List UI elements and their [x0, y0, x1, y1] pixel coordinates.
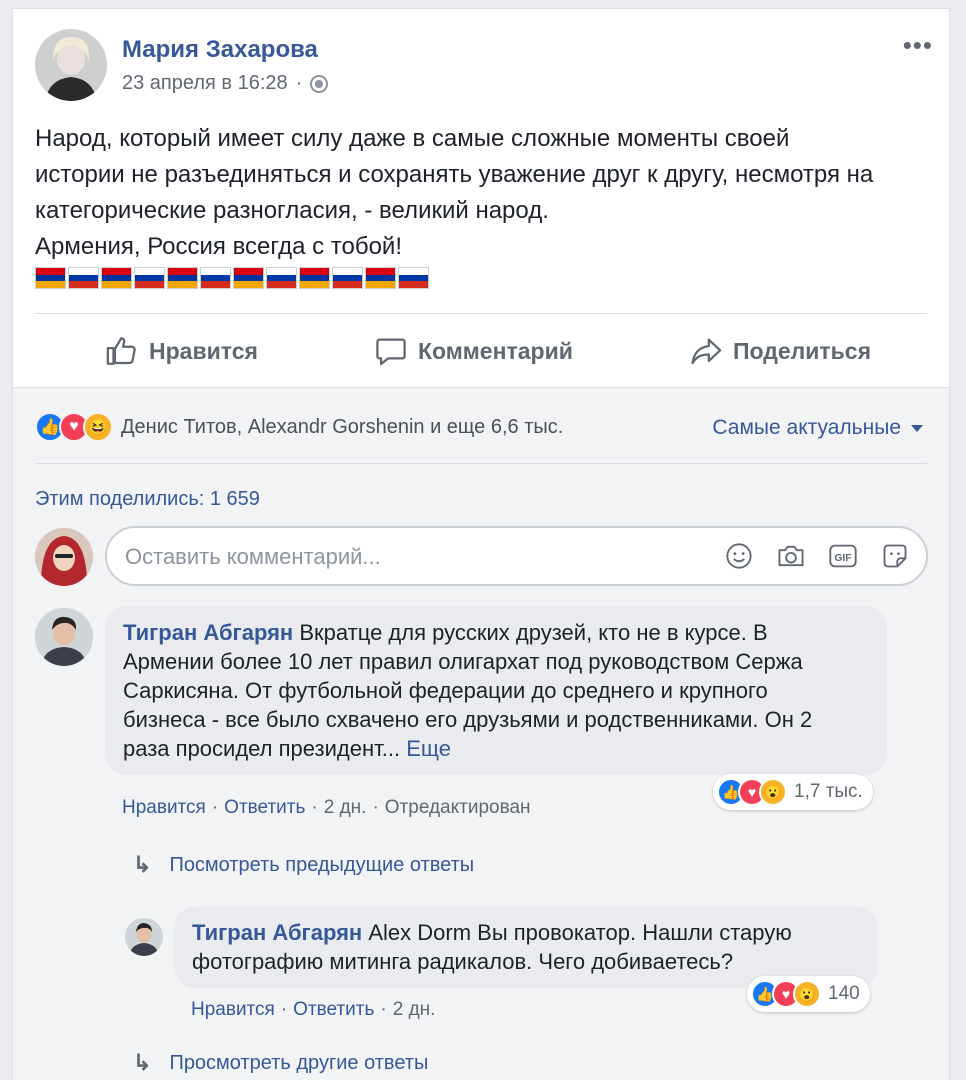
post-text-line: Армения, Россия всегда с тобой!: [35, 233, 402, 260]
comment-text-line: бизнеса - все было схвачено его друзьями…: [123, 707, 813, 732]
view-previous-replies-link[interactable]: ↳ Посмотреть предыдущие ответы: [133, 852, 474, 878]
armenia-flag-icon: [233, 267, 264, 289]
post-timestamp[interactable]: 23 апреля в 16:28: [122, 72, 288, 95]
edited-label[interactable]: Отредактирован: [385, 797, 531, 819]
current-user-avatar[interactable]: [35, 528, 93, 586]
reply-like-link[interactable]: Нравится: [191, 999, 275, 1021]
gif-icon[interactable]: GIF: [828, 541, 858, 571]
separator-dot: ·: [380, 999, 387, 1020]
thumbs-up-icon: [106, 337, 136, 365]
comment-author-name[interactable]: Тигран Абгарян: [123, 620, 293, 645]
like-button-label: Нравится: [149, 337, 258, 364]
comment-reply-link[interactable]: Ответить: [224, 797, 305, 819]
post-action-bar: Нравится Комментарий Поделиться: [35, 323, 927, 379]
separator-dot: ·: [211, 797, 219, 818]
comment-button-label: Комментарий: [417, 337, 573, 364]
comment-text-line: Армении более 10 лет правил олигархат по…: [123, 649, 803, 674]
reactions-names[interactable]: Денис Титов, Alexandr Gorshenin и еще 6,…: [121, 416, 563, 439]
russia-flag-icon: [266, 267, 297, 289]
chevron-down-icon: [911, 424, 923, 432]
view-other-replies-link[interactable]: ↳ Просмотреть другие ответы: [133, 1050, 428, 1076]
comment-text: Тигран Абгарян Вкратце для русских друзе…: [123, 618, 871, 763]
wow-reaction-icon: 😮: [759, 778, 787, 806]
armenia-flag-icon: [167, 267, 198, 289]
reply-author-name[interactable]: Тигран Абгарян: [192, 920, 362, 945]
armenia-flag-icon: [101, 267, 132, 289]
reply-reply-link[interactable]: Ответить: [293, 999, 374, 1021]
reactions-summary[interactable]: 👍 ♥ 😆 Денис Титов, Alexandr Gorshenin и …: [35, 412, 563, 442]
share-button[interactable]: Поделиться: [689, 334, 871, 368]
comment-age[interactable]: 2 дн.: [324, 797, 367, 819]
comment-bubble-icon: [376, 338, 406, 366]
svg-text:GIF: GIF: [834, 553, 851, 564]
camera-icon[interactable]: [776, 541, 806, 571]
divider: [35, 313, 927, 314]
reply-text: Тигран Абгарян Alex Dorm Вы провокатор. …: [192, 918, 862, 976]
russia-flag-icon: [332, 267, 363, 289]
reply-age[interactable]: 2 дн.: [393, 999, 436, 1021]
share-arrow-icon: [691, 338, 722, 365]
shares-count-link[interactable]: Этим поделились: 1 659: [35, 488, 260, 511]
sort-label: Самые актуальные: [712, 416, 901, 439]
reply-reactions[interactable]: 👍 ♥ 😮 140: [747, 976, 870, 1012]
share-button-label: Поделиться: [732, 337, 871, 364]
russia-flag-icon: [134, 267, 165, 289]
comment-reactions[interactable]: 👍 ♥ 😮 1,7 тыс.: [713, 774, 873, 810]
comment-composer: GIF: [105, 526, 928, 586]
armenia-flag-icon: [365, 267, 396, 289]
comment-like-link[interactable]: Нравится: [122, 797, 206, 819]
meta-separator: ·: [295, 72, 303, 94]
reply-actions: Нравится · Ответить · 2 дн.: [191, 999, 435, 1021]
reply-arrow-icon: ↳: [133, 852, 152, 877]
comment-text-line: Вкратце для русских друзей, кто не в кур…: [299, 620, 768, 645]
haha-reaction-icon: 😆: [83, 412, 113, 442]
post-text-line: категорические разногласия, - великий на…: [35, 197, 549, 224]
post-text-line: Народ, который имеет силу даже в самые с…: [35, 125, 790, 152]
separator-dot: ·: [372, 797, 379, 818]
wow-reaction-icon: 😮: [793, 980, 821, 1008]
view-other-replies-label: Просмотреть другие ответы: [169, 1051, 429, 1074]
russia-flag-icon: [68, 267, 99, 289]
comment-sort-dropdown[interactable]: Самые актуальные: [712, 416, 923, 440]
emoji-icon[interactable]: [724, 541, 754, 571]
globe-icon: [310, 74, 329, 93]
armenia-flag-icon: [299, 267, 330, 289]
composer-icons: GIF: [724, 541, 910, 571]
russia-flag-icon: [200, 267, 231, 289]
divider: [35, 463, 927, 464]
like-button[interactable]: Нравится: [105, 334, 258, 368]
post-meta: 23 апреля в 16:28 ·: [122, 72, 329, 95]
post-text: Народ, который имеет силу даже в самые с…: [35, 121, 935, 265]
separator-dot: ·: [280, 999, 288, 1020]
commenter-avatar[interactable]: [35, 608, 93, 666]
flag-emoji-row: [35, 267, 429, 289]
sticker-icon[interactable]: [880, 541, 910, 571]
reply-reaction-count: 140: [828, 983, 860, 1004]
reply-author-avatar[interactable]: [125, 918, 163, 956]
armenia-flag-icon: [35, 267, 66, 289]
post-card: Мария Захарова 23 апреля в 16:28 · ••• Н…: [12, 8, 950, 1080]
comment-actions: Нравится · Ответить · 2 дн. · Отредактир…: [122, 797, 531, 819]
more-options-icon[interactable]: •••: [903, 32, 933, 58]
comment-text-line: раза просидел президент...: [123, 736, 401, 761]
post-text-line: истории не разъединяться и сохранять ува…: [35, 161, 874, 188]
reply-text-line: фотографию митинга радикалов. Чего добив…: [192, 949, 734, 974]
post-author-name[interactable]: Мария Захарова: [122, 36, 318, 64]
comment-bubble: Тигран Абгарян Вкратце для русских друзе…: [105, 606, 887, 775]
comment-reaction-count: 1,7 тыс.: [794, 781, 863, 802]
see-more-link[interactable]: Еще: [406, 736, 451, 761]
comment-text-line: Саркисяна. От футбольной федерации до ср…: [123, 678, 768, 703]
separator-dot: ·: [311, 797, 318, 818]
reply-arrow-icon: ↳: [133, 1050, 152, 1075]
russia-flag-icon: [398, 267, 429, 289]
comment-button[interactable]: Комментарий: [374, 334, 573, 368]
comments-section: 👍 ♥ 😆 Денис Титов, Alexandr Gorshenin и …: [13, 387, 949, 1080]
view-previous-replies-label: Посмотреть предыдущие ответы: [169, 853, 475, 876]
comment-input[interactable]: [125, 540, 685, 574]
author-avatar[interactable]: [35, 29, 107, 101]
reply-text-line: Alex Dorm Вы провокатор. Нашли старую: [368, 920, 792, 945]
